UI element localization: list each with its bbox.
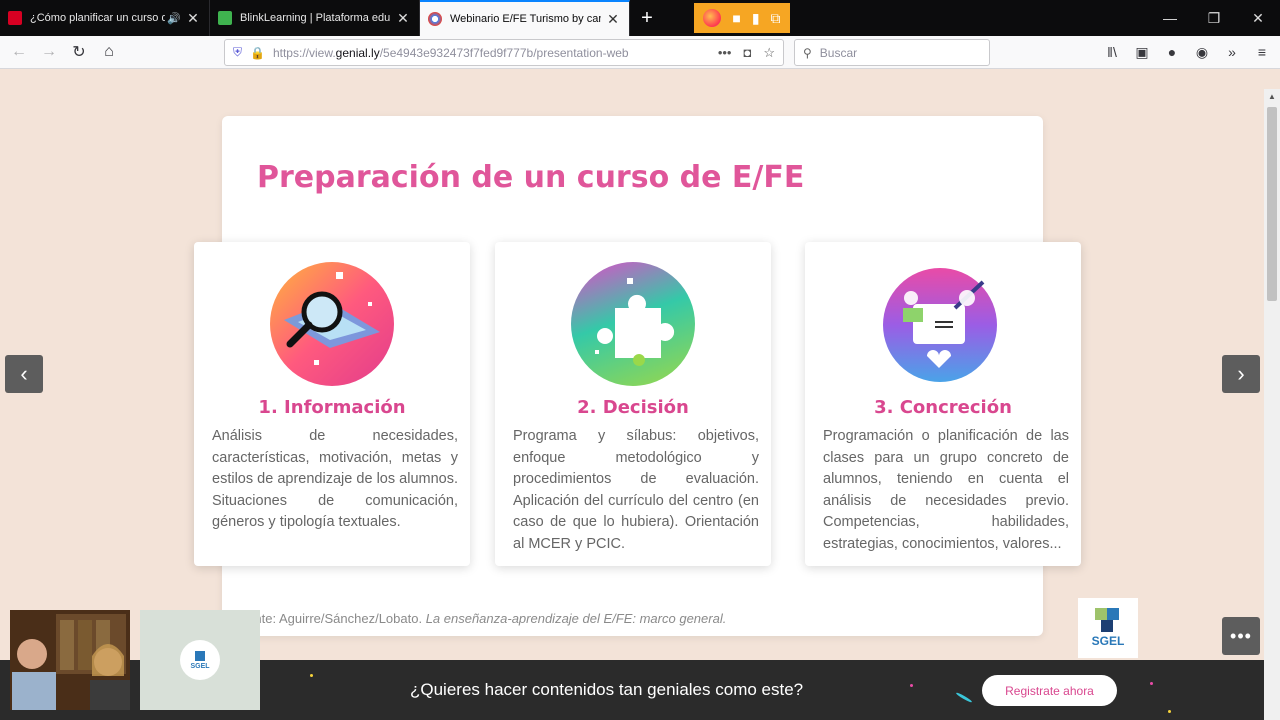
confetti-dot xyxy=(310,674,313,677)
card-title: 1. Información xyxy=(258,397,406,418)
close-tab-icon[interactable]: ✕ xyxy=(185,10,201,27)
window-controls: — ❐ ✕ xyxy=(1148,0,1280,36)
more-options-button[interactable]: ••• xyxy=(1222,617,1260,655)
slide-title: Preparación de un curso de E/FE xyxy=(257,160,805,195)
page-scrollbar[interactable]: ▲ xyxy=(1264,89,1280,720)
library-icon[interactable]: ‖\ xyxy=(1102,40,1122,64)
overflow-chevron-icon[interactable]: » xyxy=(1222,40,1242,64)
confetti-dot xyxy=(910,684,913,687)
puzzle-piece-icon xyxy=(571,262,695,386)
card-description: Análisis de necesidades, características… xyxy=(212,428,458,531)
close-tab-icon[interactable]: ✕ xyxy=(395,10,411,27)
close-window-icon[interactable]: ✕ xyxy=(1236,0,1280,36)
card-title: 2. Decisión xyxy=(577,397,689,418)
pocket-icon[interactable]: ◘ xyxy=(743,45,751,61)
home-icon[interactable]: ⌂ xyxy=(94,38,124,66)
screen-share-icon[interactable]: ⧉ xyxy=(771,10,781,27)
restore-icon[interactable]: ❐ xyxy=(1192,0,1236,36)
magnifier-map-icon xyxy=(270,262,394,386)
firefox-icon[interactable] xyxy=(703,9,722,27)
sgel-logo: SGEL xyxy=(1078,598,1138,658)
register-button[interactable]: Registrate ahora xyxy=(982,675,1117,706)
step-card-concrecion: 3. Concreción Programación o planificaci… xyxy=(805,242,1081,566)
minimize-icon[interactable]: — xyxy=(1148,0,1192,36)
tab-label: BlinkLearning | Plataforma edu xyxy=(240,12,391,24)
navigation-toolbar: ← → ↻ ⌂ ⛨ 🔒 https://view.genial.ly/5e494… xyxy=(0,36,1280,69)
reload-icon[interactable]: ↻ xyxy=(64,38,94,66)
search-input[interactable]: ⚲ Buscar xyxy=(794,39,990,66)
tab-label: Webinario E/FE Turismo by car xyxy=(450,13,601,25)
confetti-dot xyxy=(955,691,973,704)
extension-icon[interactable]: ● xyxy=(1162,40,1182,64)
step-card-decision: 2. Decisión Programa y sílabus: objetivo… xyxy=(495,242,771,566)
camera-icon[interactable]: ■ xyxy=(732,10,740,26)
close-tab-icon[interactable]: ✕ xyxy=(605,11,621,28)
sgel-thumbnail-text: SGEL xyxy=(190,662,210,670)
browser-tab-3[interactable]: Webinario E/FE Turismo by car ✕ xyxy=(420,0,630,36)
scrollbar-thumb[interactable] xyxy=(1267,107,1277,301)
tab-strip: ¿Cómo planificar un curso d 🔊 ✕ BlinkLea… xyxy=(0,0,1280,36)
back-icon[interactable]: ← xyxy=(4,38,34,66)
slide-source-citation: Fuente: Aguirre/Sánchez/Lobato. La enseñ… xyxy=(232,611,727,626)
card-description: Programación o planificación de las clas… xyxy=(823,428,1069,552)
sidebar-icon[interactable]: ▣ xyxy=(1132,40,1152,64)
browser-tab-1[interactable]: ¿Cómo planificar un curso d 🔊 ✕ xyxy=(0,0,210,36)
tracking-shield-icon[interactable]: ⛨ xyxy=(233,45,242,60)
tab-favicon-icon xyxy=(8,11,22,25)
search-placeholder: Buscar xyxy=(819,45,858,60)
speaker-icon[interactable]: 🔊 xyxy=(167,12,181,25)
tab-favicon-icon xyxy=(218,11,232,25)
webcam-video-feed[interactable] xyxy=(10,610,130,710)
next-slide-button[interactable]: › xyxy=(1222,355,1260,393)
hamburger-menu-icon[interactable]: ≡ xyxy=(1252,40,1272,64)
confetti-dot xyxy=(1150,682,1153,685)
url-bar[interactable]: ⛨ 🔒 https://view.genial.ly/5e4943e932473… xyxy=(224,39,784,66)
sgel-thumbnail-logo: SGEL xyxy=(180,640,220,680)
scroll-up-icon[interactable]: ▲ xyxy=(1264,92,1280,101)
step-card-informacion: 1. Información Análisis de necesidades, … xyxy=(194,242,470,566)
sgel-mark-icon xyxy=(1095,608,1121,632)
lock-icon[interactable]: 🔒 xyxy=(250,46,265,60)
sgel-logo-text: SGEL xyxy=(1091,634,1125,648)
promo-question: ¿Quieres hacer contenidos tan geniales c… xyxy=(410,680,804,699)
bookmark-star-icon[interactable]: ☆ xyxy=(763,45,775,61)
tab-favicon-icon xyxy=(428,12,442,26)
forward-icon[interactable]: → xyxy=(34,38,64,66)
card-title: 3. Concreción xyxy=(874,397,1012,418)
search-icon: ⚲ xyxy=(803,45,812,60)
previous-slide-button[interactable]: ‹ xyxy=(5,355,43,393)
confetti-dot xyxy=(1168,710,1171,713)
microphone-icon[interactable]: ▮ xyxy=(752,10,760,27)
new-tab-button[interactable]: + xyxy=(630,0,664,36)
sgel-mark-icon xyxy=(195,650,205,661)
shared-screen-thumbnail[interactable]: SGEL xyxy=(140,610,260,710)
browser-tab-2[interactable]: BlinkLearning | Plataforma edu ✕ xyxy=(210,0,420,36)
tab-label: ¿Cómo planificar un curso d xyxy=(30,12,165,24)
account-icon[interactable]: ◉ xyxy=(1192,40,1212,64)
extension-strip: ■ ▮ ⧉ xyxy=(694,3,790,33)
url-text[interactable]: https://view.genial.ly/5e4943e932473f7fe… xyxy=(273,46,718,60)
page-actions-icon[interactable]: ••• xyxy=(718,45,732,61)
writing-board-icon xyxy=(883,268,997,382)
card-description: Programa y sílabus: objetivos, enfoque m… xyxy=(513,428,759,552)
